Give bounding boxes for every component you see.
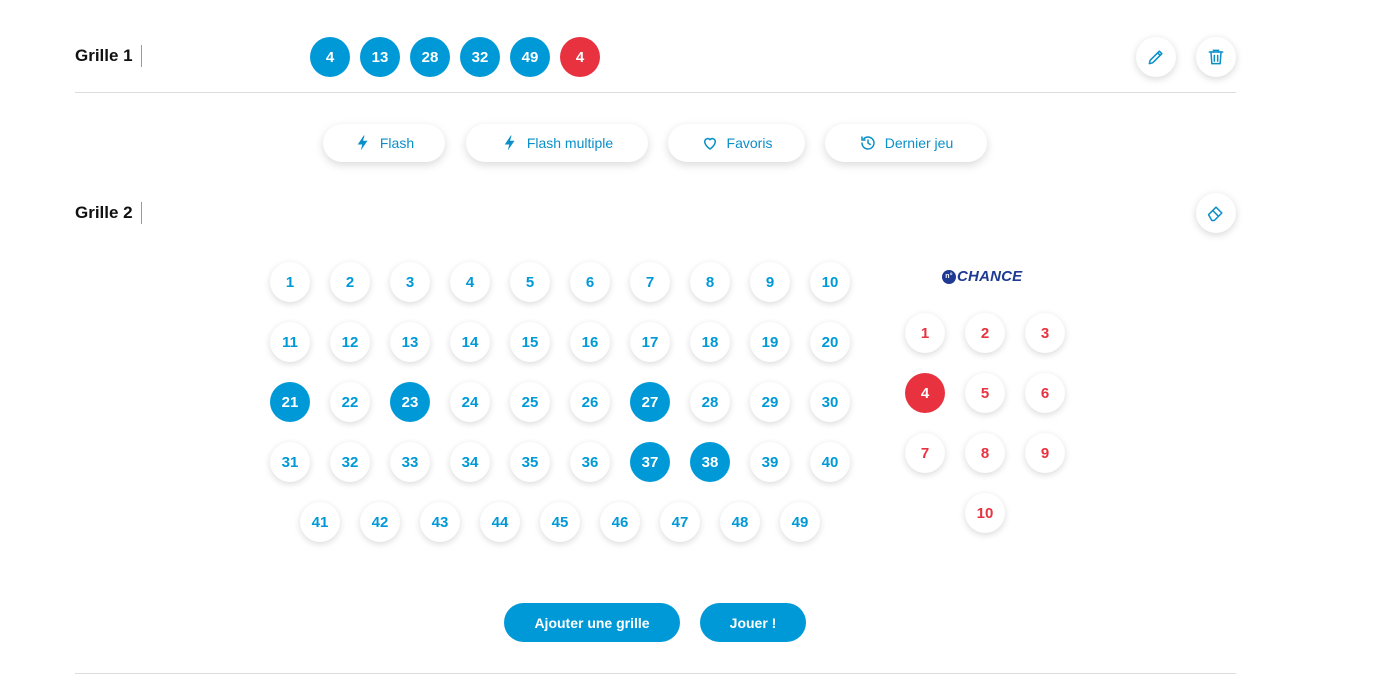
bolt-icon <box>357 135 368 151</box>
number-button[interactable]: 1 <box>270 262 310 302</box>
chance-number-button[interactable]: 10 <box>965 493 1005 533</box>
number-button[interactable]: 12 <box>330 322 370 362</box>
number-button[interactable]: 45 <box>540 502 580 542</box>
chance-number-button[interactable]: 6 <box>1025 373 1065 413</box>
history-icon <box>861 136 875 150</box>
number-button[interactable]: 32 <box>330 442 370 482</box>
number-button[interactable]: 9 <box>750 262 790 302</box>
chance-number-button[interactable]: 8 <box>965 433 1005 473</box>
flash-label: Flash <box>379 135 415 151</box>
number-button[interactable]: 18 <box>690 322 730 362</box>
number-button[interactable]: 15 <box>510 322 550 362</box>
trash-icon <box>1208 49 1224 65</box>
pencil-icon <box>1148 50 1163 65</box>
number-button-selected[interactable]: 21 <box>270 382 310 422</box>
number-button[interactable]: 48 <box>720 502 760 542</box>
number-button[interactable]: 11 <box>270 322 310 362</box>
chance-logo: n° CHANCE <box>942 268 1022 285</box>
grille-1-number: 32 <box>460 37 500 77</box>
grille-1-number: 49 <box>510 37 550 77</box>
flash-multiple-label: Flash multiple <box>526 135 614 151</box>
number-button-selected[interactable]: 37 <box>630 442 670 482</box>
number-button[interactable]: 8 <box>690 262 730 302</box>
number-button[interactable]: 24 <box>450 382 490 422</box>
chance-number-button[interactable]: 9 <box>1025 433 1065 473</box>
number-button[interactable]: 22 <box>330 382 370 422</box>
number-button[interactable]: 34 <box>450 442 490 482</box>
flash-button[interactable]: Flash <box>323 124 445 162</box>
number-button[interactable]: 49 <box>780 502 820 542</box>
delete-grid-button[interactable] <box>1196 37 1236 77</box>
number-button[interactable]: 28 <box>690 382 730 422</box>
edit-grid-button[interactable] <box>1136 37 1176 77</box>
number-button[interactable]: 5 <box>510 262 550 302</box>
number-button[interactable]: 46 <box>600 502 640 542</box>
number-button[interactable]: 7 <box>630 262 670 302</box>
eraser-icon <box>1207 206 1223 222</box>
favoris-label: Favoris <box>726 135 773 151</box>
number-button[interactable]: 19 <box>750 322 790 362</box>
number-button[interactable]: 6 <box>570 262 610 302</box>
grille-2-title: Grille 2 <box>75 202 142 224</box>
dernier-jeu-button[interactable]: Dernier jeu <box>825 124 987 162</box>
bolt-icon <box>504 135 515 151</box>
number-button[interactable]: 2 <box>330 262 370 302</box>
number-button[interactable]: 41 <box>300 502 340 542</box>
number-button[interactable]: 26 <box>570 382 610 422</box>
number-button[interactable]: 3 <box>390 262 430 302</box>
number-button[interactable]: 43 <box>420 502 460 542</box>
grille-1-number: 4 <box>310 37 350 77</box>
number-button[interactable]: 42 <box>360 502 400 542</box>
play-button[interactable]: Jouer ! <box>700 603 806 642</box>
grille-1-title: Grille 1 <box>75 45 142 67</box>
heart-icon <box>703 137 716 150</box>
number-button[interactable]: 35 <box>510 442 550 482</box>
chance-number-button[interactable]: 5 <box>965 373 1005 413</box>
number-button[interactable]: 29 <box>750 382 790 422</box>
number-button[interactable]: 20 <box>810 322 850 362</box>
number-button[interactable]: 40 <box>810 442 850 482</box>
divider <box>75 673 1236 674</box>
number-button-selected[interactable]: 27 <box>630 382 670 422</box>
chance-number-button[interactable]: 7 <box>905 433 945 473</box>
add-grid-button[interactable]: Ajouter une grille <box>504 603 680 642</box>
dernier-jeu-label: Dernier jeu <box>884 135 954 151</box>
flash-multiple-button[interactable]: Flash multiple <box>466 124 648 162</box>
chance-logo-text: CHANCE <box>957 268 1023 285</box>
grille-1-number: 13 <box>360 37 400 77</box>
chance-number-button[interactable]: 1 <box>905 313 945 353</box>
number-button[interactable]: 47 <box>660 502 700 542</box>
number-button[interactable]: 4 <box>450 262 490 302</box>
number-button[interactable]: 25 <box>510 382 550 422</box>
grille-1-number: 28 <box>410 37 450 77</box>
number-button[interactable]: 10 <box>810 262 850 302</box>
chance-logo-badge: n° <box>942 269 956 284</box>
chance-number-button[interactable]: 2 <box>965 313 1005 353</box>
number-button[interactable]: 16 <box>570 322 610 362</box>
number-button-selected[interactable]: 38 <box>690 442 730 482</box>
divider <box>75 92 1236 93</box>
number-button[interactable]: 36 <box>570 442 610 482</box>
grille-1-chance-number: 4 <box>560 37 600 77</box>
number-button[interactable]: 13 <box>390 322 430 362</box>
chance-number-button[interactable]: 3 <box>1025 313 1065 353</box>
number-button[interactable]: 33 <box>390 442 430 482</box>
number-button[interactable]: 39 <box>750 442 790 482</box>
chance-number-button-selected[interactable]: 4 <box>905 373 945 413</box>
number-button[interactable]: 17 <box>630 322 670 362</box>
clear-grid-button[interactable] <box>1196 193 1236 233</box>
number-button[interactable]: 44 <box>480 502 520 542</box>
number-button[interactable]: 31 <box>270 442 310 482</box>
number-button[interactable]: 30 <box>810 382 850 422</box>
number-button[interactable]: 14 <box>450 322 490 362</box>
favoris-button[interactable]: Favoris <box>668 124 805 162</box>
number-button-selected[interactable]: 23 <box>390 382 430 422</box>
